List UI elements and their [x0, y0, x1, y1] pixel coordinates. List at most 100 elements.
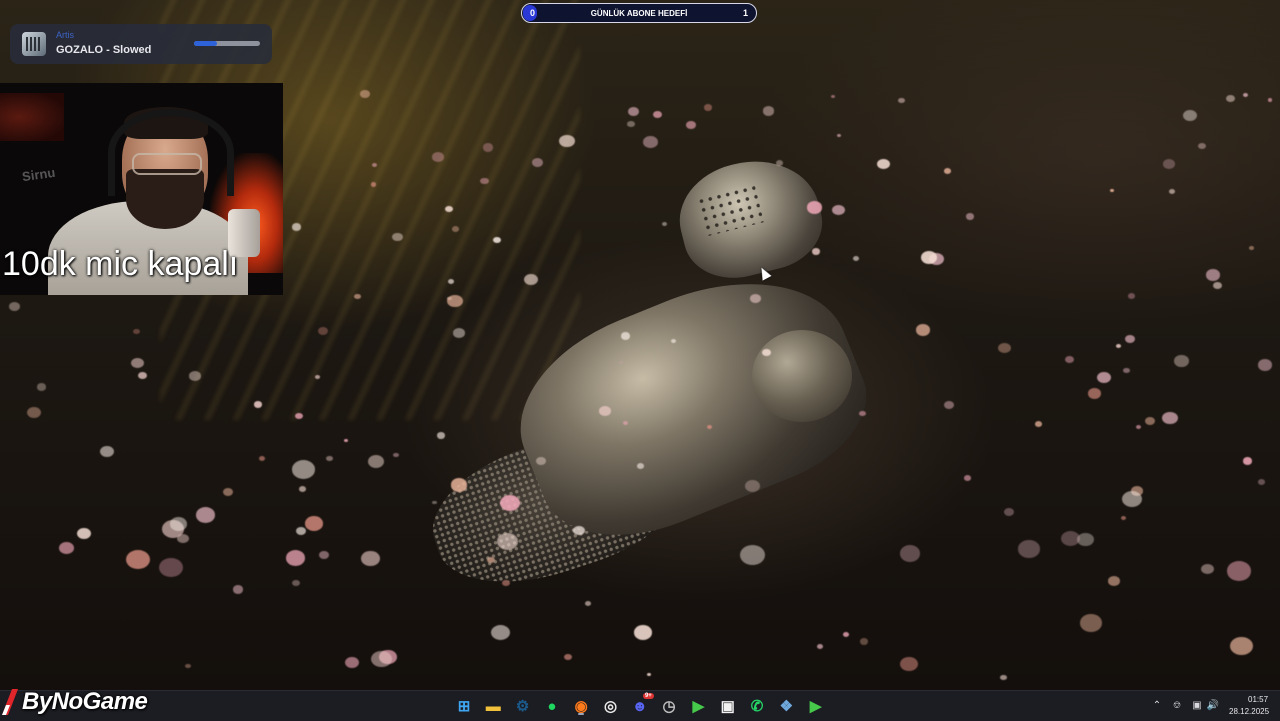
clock-date[interactable]: 28.12.2025: [1229, 707, 1269, 716]
flower: [1087, 387, 1102, 399]
flower: [189, 371, 201, 381]
track-artist: Artis: [56, 30, 74, 40]
flower: [620, 331, 631, 340]
flower: [573, 525, 585, 536]
chevron-up-icon[interactable]: ⌃: [1150, 699, 1164, 713]
taskbar-discord-button[interactable]: ☻ 9+: [630, 693, 654, 716]
flower: [920, 251, 937, 265]
flower: [295, 526, 307, 536]
brand-watermark: ByNoGame: [2, 684, 148, 720]
flower: [345, 656, 359, 668]
folder-icon: ▬: [485, 697, 501, 715]
flower: [446, 294, 463, 308]
flower: [482, 143, 494, 152]
taskbar-spotify-button[interactable]: ●: [542, 696, 562, 716]
taskbar-app-clock-button[interactable]: ◷: [659, 696, 679, 716]
flower: [99, 445, 114, 458]
flower: [859, 638, 868, 645]
flower: [706, 424, 713, 429]
flower: [1077, 533, 1094, 547]
flower: [1144, 416, 1155, 426]
webcam-background-banner: [0, 93, 64, 141]
flower: [1161, 411, 1178, 425]
flower: [450, 478, 468, 492]
flower: [138, 372, 148, 380]
flower: [633, 624, 653, 640]
taskbar-file-explorer-button[interactable]: ▬: [483, 696, 503, 716]
flower: [636, 463, 644, 469]
flower: [1249, 246, 1254, 250]
flower: [1201, 563, 1215, 574]
taskbar-windows-start-button[interactable]: ⊞: [454, 696, 474, 716]
flower: [432, 500, 437, 505]
flower: [76, 527, 91, 539]
flower: [133, 328, 140, 335]
flower: [1108, 575, 1121, 586]
track-progress-fill: [194, 41, 218, 46]
flower: [1226, 561, 1252, 581]
clock-time[interactable]: 01:57: [1248, 695, 1268, 704]
flower: [1000, 674, 1007, 681]
flower: [1034, 421, 1043, 428]
flower: [877, 158, 890, 169]
flower: [254, 401, 262, 408]
track-title: GOZALO - Slowed: [56, 44, 152, 56]
microphone-icon[interactable]: ⎊: [1170, 699, 1184, 713]
flower: [831, 94, 836, 98]
firefox-icon: ◉: [574, 697, 588, 715]
flower: [431, 151, 444, 162]
flower: [853, 255, 860, 261]
flower: [806, 201, 823, 214]
taskbar-obs-button[interactable]: ◎: [601, 696, 621, 716]
taskbar-steam-button[interactable]: ⚙: [513, 696, 533, 716]
flower: [811, 248, 821, 255]
headphones-icon: [108, 109, 234, 196]
flower: [646, 672, 652, 677]
taskbar-whatsapp-button[interactable]: ✆: [747, 696, 767, 716]
webcam-overlay: Sirnu 10dk mic kapalı: [0, 83, 283, 295]
display-icon[interactable]: ▣: [1190, 699, 1204, 713]
taskbar-network-app-button[interactable]: ❖: [776, 696, 796, 716]
flower: [158, 557, 183, 577]
flower: [452, 328, 465, 338]
flower: [499, 494, 521, 511]
play-icon: ▶: [809, 697, 822, 715]
flower: [859, 410, 866, 417]
flower: [502, 579, 511, 587]
flower: [836, 133, 841, 138]
flower: [943, 401, 955, 410]
volume-icon[interactable]: 🔊: [1206, 699, 1220, 713]
taskbar-epic-games-button[interactable]: ▣: [718, 696, 738, 716]
whatsapp-icon: ✆: [750, 697, 764, 715]
flower: [370, 182, 377, 187]
flower: [704, 104, 713, 111]
flower: [1080, 614, 1102, 632]
flower: [36, 383, 47, 391]
flower: [392, 233, 403, 242]
flower: [1162, 159, 1176, 170]
flower: [1122, 491, 1143, 507]
flower: [1243, 93, 1249, 98]
flower: [817, 644, 824, 649]
taskbar-game-launcher-1-button[interactable]: ▶: [688, 696, 708, 716]
flower: [1135, 425, 1141, 430]
subscriber-goal-title: GÜNLÜK ABONE HEDEFİ: [590, 9, 688, 18]
obs-icon: ◎: [603, 697, 618, 715]
notification-badge: 9+: [642, 693, 654, 699]
flower: [1116, 343, 1121, 348]
taskbar-firefox-button[interactable]: ◉: [571, 696, 591, 716]
flower: [291, 580, 300, 587]
flower: [628, 107, 640, 116]
play-icon: ▶: [692, 697, 705, 715]
flower: [1122, 367, 1130, 374]
flower: [1229, 636, 1253, 656]
flower: [354, 293, 362, 299]
network-icon: ❖: [779, 697, 794, 715]
flower: [831, 204, 846, 216]
taskbar-game-launcher-2-button[interactable]: ▶: [806, 696, 826, 716]
flower: [653, 110, 662, 118]
flower: [559, 134, 575, 148]
flower: [998, 343, 1011, 353]
flower: [744, 479, 760, 492]
taskbar: ⊞ ▬ ⚙ ● ◉ ◎ ☻ 9+ ◷ ▶ ▣ ✆ ❖ ▶ ⌃ ⎊ ▣ 🔊 01:57 28.12.2025: [0, 690, 1280, 721]
